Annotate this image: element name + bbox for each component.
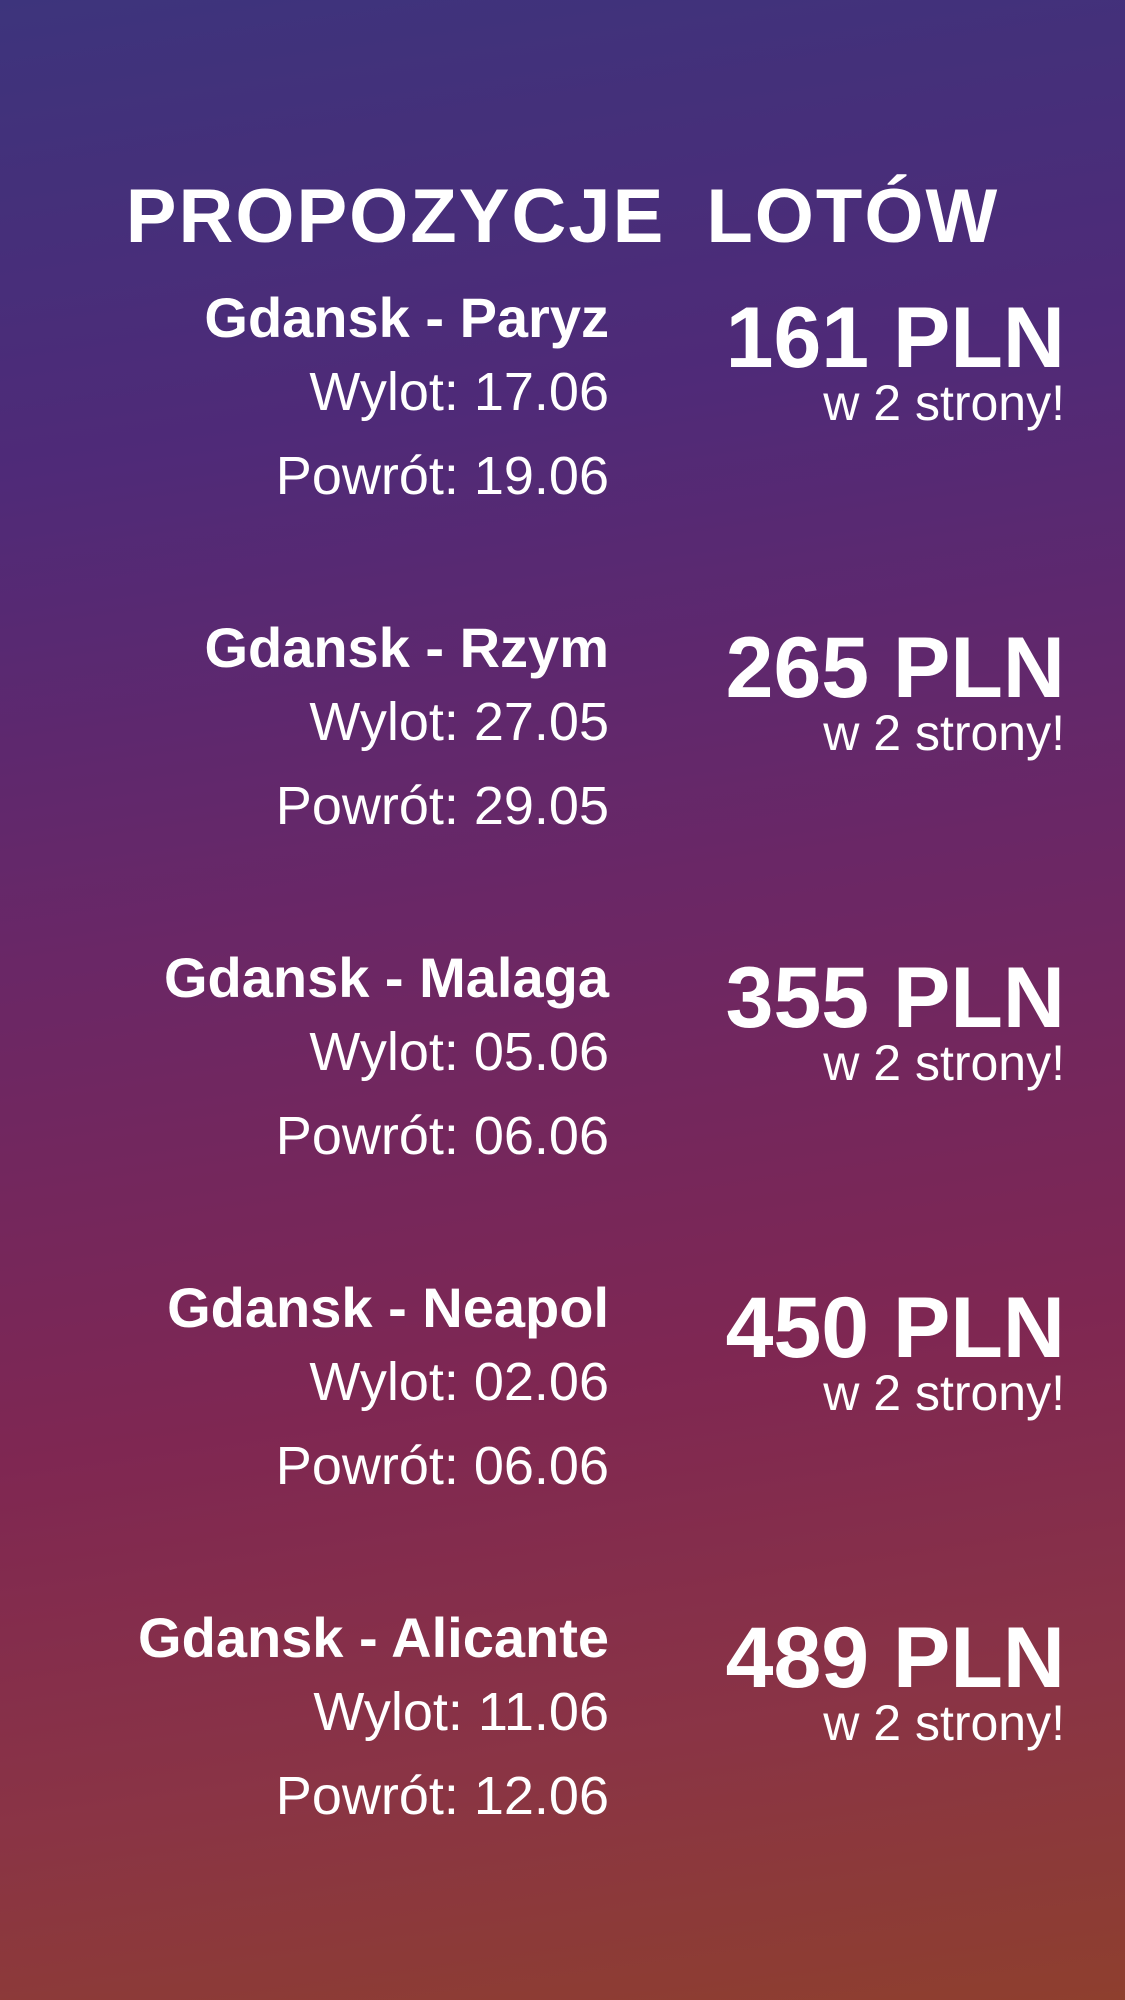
price: 161 PLN (725, 290, 1065, 386)
price-details: 355 PLN w 2 strony! (726, 946, 1065, 1090)
return-date: Powrót: 06.06 (275, 1106, 609, 1166)
route-details: Gdansk - Rzym Wylot: 27.05 Powrót: 29.05 (204, 616, 609, 848)
price-details: 265 PLN w 2 strony! (726, 616, 1065, 760)
price: 355 PLN (725, 950, 1065, 1046)
route-name: Gdansk - Neapol (167, 1276, 609, 1339)
route-details: Gdansk - Paryz Wylot: 17.06 Powrót: 19.0… (204, 286, 609, 518)
departure-date: Wylot: 11.06 (313, 1682, 609, 1742)
flight-offer-naples: Gdansk - Neapol Wylot: 02.06 Powrót: 06.… (0, 1276, 1125, 1536)
route-name: Gdansk - Paryz (204, 286, 609, 349)
flight-offer-paris: Gdansk - Paryz Wylot: 17.06 Powrót: 19.0… (0, 286, 1125, 546)
departure-date: Wylot: 17.06 (309, 362, 609, 422)
route-name: Gdansk - Alicante (138, 1606, 609, 1669)
route-details: Gdansk - Neapol Wylot: 02.06 Powrót: 06.… (167, 1276, 609, 1508)
price: 265 PLN (725, 620, 1065, 716)
price-details: 161 PLN w 2 strony! (726, 286, 1065, 430)
return-date: Powrót: 19.06 (275, 446, 609, 506)
departure-date: Wylot: 27.05 (309, 692, 609, 752)
return-date: Powrót: 12.06 (275, 1766, 609, 1826)
departure-date: Wylot: 05.06 (309, 1022, 609, 1082)
price: 450 PLN (725, 1280, 1065, 1376)
route-name: Gdansk - Malaga (163, 946, 609, 1009)
route-details: Gdansk - Malaga Wylot: 05.06 Powrót: 06.… (164, 946, 609, 1178)
departure-date: Wylot: 02.06 (309, 1352, 609, 1412)
flight-offer-rome: Gdansk - Rzym Wylot: 27.05 Powrót: 29.05… (0, 616, 1125, 876)
route-name: Gdansk - Rzym (204, 616, 609, 679)
flight-offer-malaga: Gdansk - Malaga Wylot: 05.06 Powrót: 06.… (0, 946, 1125, 1206)
page-title: PROPOZYCJE LOTÓW (125, 174, 1000, 259)
price-details: 450 PLN w 2 strony! (726, 1276, 1065, 1420)
price-details: 489 PLN w 2 strony! (726, 1606, 1065, 1750)
return-date: Powrót: 29.05 (275, 776, 609, 836)
return-date: Powrót: 06.06 (275, 1436, 609, 1496)
flight-offer-alicante: Gdansk - Alicante Wylot: 11.06 Powrót: 1… (0, 1606, 1125, 1866)
price: 489 PLN (725, 1610, 1065, 1706)
route-details: Gdansk - Alicante Wylot: 11.06 Powrót: 1… (138, 1606, 609, 1838)
